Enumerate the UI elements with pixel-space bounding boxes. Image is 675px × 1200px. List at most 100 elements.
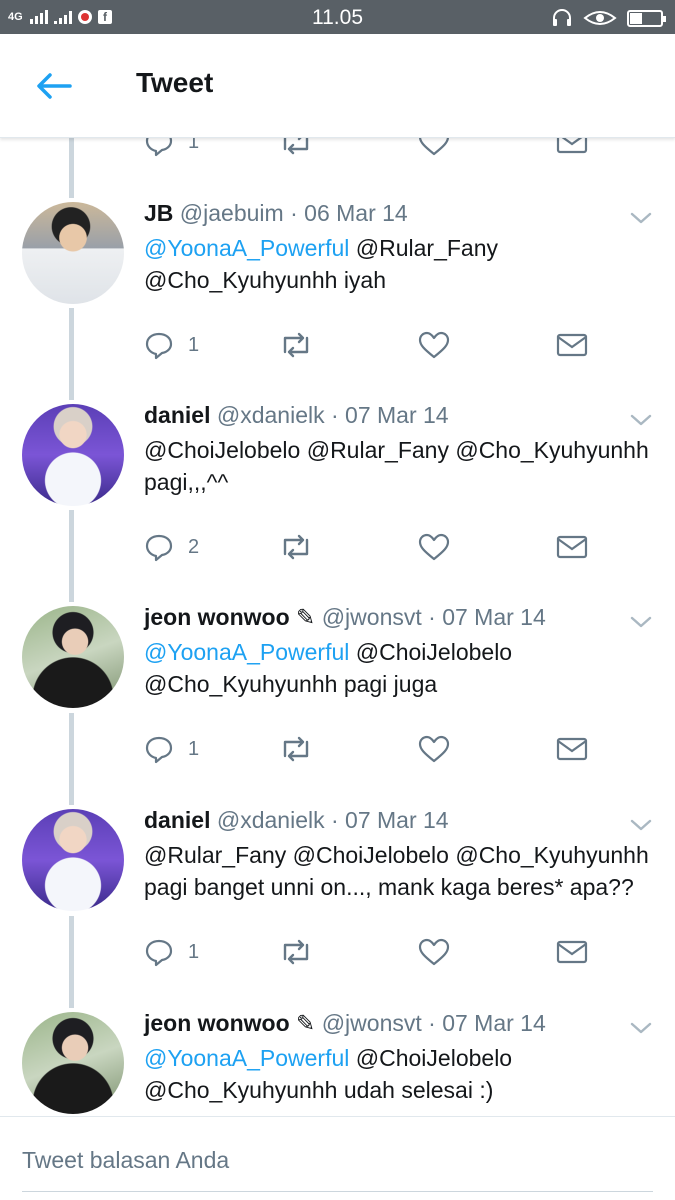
headset-icon xyxy=(553,9,571,26)
direct-message-button[interactable] xyxy=(556,531,588,563)
reply-icon xyxy=(145,138,173,157)
reply-count: 1 xyxy=(188,138,200,153)
retweet-button[interactable] xyxy=(278,936,314,968)
reply-input[interactable]: Tweet balasan Anda xyxy=(22,1147,229,1174)
avatar[interactable] xyxy=(22,202,124,304)
tweet-item[interactable]: JB @jaebuim · 06 Mar 14 @YoonaA_Powerful … xyxy=(0,198,675,400)
avatar[interactable] xyxy=(22,404,124,506)
chevron-down-icon xyxy=(630,1022,652,1034)
meta-separator: · xyxy=(421,604,443,630)
like-button[interactable] xyxy=(418,936,450,968)
tweet-date: 07 Mar 14 xyxy=(442,604,546,630)
tweet-text: @Rular_Fany @ChoiJelobelo @Cho_Kyuhyunhh… xyxy=(144,839,659,903)
tweet-date: 06 Mar 14 xyxy=(304,200,408,226)
reply-button[interactable]: 1 xyxy=(144,733,199,765)
status-right-icons xyxy=(551,8,666,28)
tweet-menu-button[interactable] xyxy=(630,818,652,832)
back-button[interactable] xyxy=(34,70,74,102)
heart-icon xyxy=(418,735,450,763)
reply-count: 1 xyxy=(188,737,200,760)
reply-input-underline xyxy=(22,1191,653,1192)
heart-icon xyxy=(418,938,450,966)
heart-icon xyxy=(418,533,450,561)
tweet-text-line: @YoonaA_Powerful @ChoiJelobelo xyxy=(144,1042,659,1074)
retweet-icon xyxy=(283,138,309,155)
meta-separator: · xyxy=(324,807,346,833)
tweet-text-segment: @Rular_Fany @ChoiJelobelo @Cho_Kyuhyunhh xyxy=(144,842,649,868)
mention-link[interactable]: @YoonaA_Powerful xyxy=(144,639,349,665)
tweet-text-line: @ChoiJelobelo @Rular_Fany @Cho_Kyuhyunhh xyxy=(144,434,659,466)
display-name[interactable]: JB xyxy=(144,200,173,226)
tweet-text-segment: @Rular_Fany xyxy=(349,235,498,261)
tweet-text-segment: pagi,,,^^ xyxy=(144,469,229,495)
handle[interactable]: @xdanielk xyxy=(217,807,325,833)
tweet-header: daniel @xdanielk · 07 Mar 14 xyxy=(144,402,449,429)
tweet-item[interactable]: jeon wonwoo ✎ @jwonsvt · 07 Mar 14 @Yoona… xyxy=(0,1008,675,1116)
thread-connector xyxy=(69,138,74,198)
tweet-text-line: @Cho_Kyuhyunhh udah selesai :) xyxy=(144,1074,659,1106)
tweet-date: 07 Mar 14 xyxy=(345,402,449,428)
handle[interactable]: @xdanielk xyxy=(217,402,325,428)
status-bar: 4G f 11.05 xyxy=(0,0,675,34)
meta-separator: · xyxy=(283,200,305,226)
reply-button[interactable]: 1 xyxy=(144,936,199,968)
meta-separator: · xyxy=(324,402,346,428)
tweet-text: @YoonaA_Powerful @Rular_Fany @Cho_Kyuhyun… xyxy=(144,232,659,296)
reply-icon xyxy=(145,736,173,764)
retweet-button[interactable] xyxy=(278,531,314,563)
retweet-icon xyxy=(283,332,309,358)
display-name[interactable]: jeon wonwoo ✎ xyxy=(144,604,315,630)
mention-link[interactable]: @YoonaA_Powerful xyxy=(144,1045,349,1071)
direct-message-button[interactable] xyxy=(556,138,588,158)
direct-message-button[interactable] xyxy=(556,329,588,361)
direct-message-button[interactable] xyxy=(556,733,588,765)
tweet-text-line: @YoonaA_Powerful @ChoiJelobelo xyxy=(144,636,659,668)
handle[interactable]: @jwonsvt xyxy=(322,1010,422,1036)
tweet-item[interactable]: daniel @xdanielk · 07 Mar 14 @Rular_Fany … xyxy=(0,805,675,1007)
tweet-menu-button[interactable] xyxy=(630,615,652,629)
handle[interactable]: @jaebuim xyxy=(180,200,284,226)
retweet-button[interactable] xyxy=(278,138,314,158)
mention-link[interactable]: @YoonaA_Powerful xyxy=(144,235,349,261)
tweet-item[interactable]: daniel @xdanielk · 07 Mar 14 @ChoiJelobel… xyxy=(0,400,675,602)
tweet-item[interactable]: jeon wonwoo ✎ @jwonsvt · 07 Mar 14 @Yoona… xyxy=(0,602,675,804)
retweet-icon xyxy=(283,534,309,560)
direct-message-button[interactable] xyxy=(556,936,588,968)
like-button[interactable] xyxy=(418,733,450,765)
retweet-button[interactable] xyxy=(278,329,314,361)
like-button[interactable] xyxy=(418,138,450,158)
reply-count: 2 xyxy=(188,535,200,558)
display-name[interactable]: daniel xyxy=(144,402,210,428)
arrow-left-icon xyxy=(37,73,72,99)
chevron-down-icon xyxy=(630,414,652,426)
tweet-menu-button[interactable] xyxy=(630,211,652,225)
tweet-actions: 1 xyxy=(144,329,604,361)
tweet-actions: 1 xyxy=(144,733,604,765)
heart-icon xyxy=(418,331,450,359)
tweet-text-line: @YoonaA_Powerful @Rular_Fany xyxy=(144,232,659,264)
tweet-header: jeon wonwoo ✎ @jwonsvt · 07 Mar 14 xyxy=(144,604,546,631)
reply-button[interactable]: 1 xyxy=(144,329,199,361)
reply-button[interactable]: 1 xyxy=(144,138,199,158)
tweet-text: @YoonaA_Powerful @ChoiJelobelo @Cho_Kyuhy… xyxy=(144,1042,659,1106)
avatar[interactable] xyxy=(22,1012,124,1114)
reply-button[interactable]: 2 xyxy=(144,531,199,563)
like-button[interactable] xyxy=(418,329,450,361)
envelope-icon xyxy=(556,138,588,154)
envelope-icon xyxy=(556,737,588,761)
conversation-thread: 1 JB @jaebuim · 06 Mar 14 @YoonaA_Powerfu… xyxy=(0,138,675,1116)
avatar[interactable] xyxy=(22,606,124,708)
tweet-text-line: @Cho_Kyuhyunhh iyah xyxy=(144,264,659,296)
avatar[interactable] xyxy=(22,809,124,911)
envelope-icon xyxy=(556,940,588,964)
reply-count: 1 xyxy=(188,940,200,963)
handle[interactable]: @jwonsvt xyxy=(322,604,422,630)
tweet-menu-button[interactable] xyxy=(630,413,652,427)
chevron-down-icon xyxy=(630,819,652,831)
retweet-button[interactable] xyxy=(278,733,314,765)
like-button[interactable] xyxy=(418,531,450,563)
display-name[interactable]: jeon wonwoo ✎ xyxy=(144,1010,315,1036)
tweet-menu-button[interactable] xyxy=(630,1021,652,1035)
display-name[interactable]: daniel xyxy=(144,807,210,833)
eye-icon xyxy=(583,11,617,25)
